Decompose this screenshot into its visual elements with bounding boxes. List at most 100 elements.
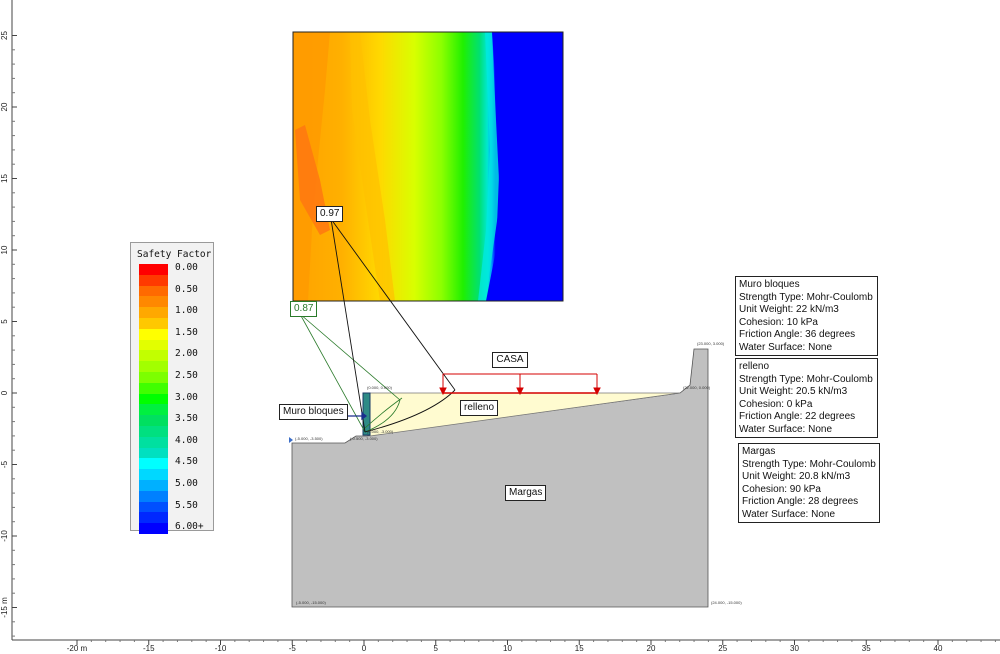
margas-region bbox=[291, 348, 709, 608]
legend-swatch bbox=[139, 490, 168, 502]
legend-swatch bbox=[139, 436, 168, 448]
material-line: Strength Type: Mohr-Coulomb bbox=[739, 373, 873, 385]
x-tick-label: 30 bbox=[790, 644, 799, 653]
y-tick-label: 20 bbox=[0, 102, 9, 111]
legend-swatch bbox=[139, 264, 168, 275]
y-tick-label: 15 bbox=[0, 174, 9, 183]
legend-label: 4.00 bbox=[175, 434, 198, 446]
load-casa bbox=[439, 373, 601, 396]
material-line: Strength Type: Mohr-Coulomb bbox=[742, 458, 876, 470]
legend-label: 2.50 bbox=[175, 370, 198, 381]
vertex-label: (0.000, 0.000) bbox=[367, 385, 393, 390]
material-line: Margas bbox=[742, 446, 776, 457]
legend-label: 3.00 bbox=[175, 391, 198, 403]
material-box-muro-bloques: Muro bloques Strength Type: Mohr-Coulomb… bbox=[735, 276, 878, 356]
legend-label: 5.50 bbox=[175, 499, 198, 511]
y-tick-label: -15 m bbox=[0, 597, 9, 618]
y-tick-label: 0 bbox=[0, 390, 9, 395]
legend-swatch bbox=[139, 361, 168, 373]
material-line: Friction Angle: 22 degrees bbox=[739, 411, 856, 423]
legend-swatch bbox=[139, 404, 168, 416]
legend-swatch bbox=[139, 480, 168, 491]
material-line: Water Surface: None bbox=[739, 423, 833, 435]
legend-swatch bbox=[139, 523, 168, 535]
min-safety-factor-label: 0.97 bbox=[316, 206, 344, 222]
vertex-label: (24.000, -15.000) bbox=[711, 600, 742, 605]
material-line: Strength Type: Mohr-Coulomb bbox=[739, 291, 873, 303]
safety-factor-legend: Safety Factor 0.00 0.50 1.00 1.50 2.00 2.50 3.… bbox=[130, 242, 214, 535]
y-tick-label: 10 bbox=[0, 245, 9, 254]
vertex-label: (-5.000, -15.000) bbox=[296, 600, 326, 605]
material-line: Unit Weight: 20.8 kN/m3 bbox=[742, 471, 851, 483]
material-line: Cohesion: 0 kPa bbox=[739, 398, 813, 410]
legend-swatch bbox=[139, 328, 168, 340]
y-axis-ticks: 25 20 15 10 5 0 -5 -10 -15 m bbox=[0, 31, 17, 637]
legend-swatch bbox=[139, 501, 168, 513]
legend-swatch bbox=[139, 318, 168, 329]
region-label-relleno: relleno bbox=[460, 400, 499, 416]
x-axis-ticks: -20 m -15 -10 -5 0 5 10 15 20 25 30 35 40 bbox=[67, 640, 996, 653]
x-tick-label: 5 bbox=[434, 644, 439, 653]
region-label-margas: Margas bbox=[505, 485, 547, 501]
legend-swatch bbox=[139, 426, 168, 437]
material-line: Friction Angle: 36 degrees bbox=[739, 329, 856, 341]
x-tick-label: 20 bbox=[647, 644, 656, 653]
secondary-safety-factor-label: 0.87 bbox=[290, 301, 318, 317]
legend-swatch bbox=[139, 458, 168, 470]
legend-swatch bbox=[139, 350, 168, 362]
x-tick-label: -15 bbox=[143, 644, 155, 653]
legend-swatch bbox=[139, 307, 168, 319]
boundary-marker bbox=[289, 437, 293, 443]
legend-swatch bbox=[139, 393, 168, 405]
legend-label: 1.50 bbox=[175, 326, 198, 338]
y-tick-label: 25 bbox=[0, 31, 9, 40]
x-tick-label: -5 bbox=[289, 644, 297, 653]
safety-factor-grid bbox=[293, 32, 563, 301]
x-tick-label: -20 m bbox=[67, 644, 88, 653]
material-line: Muro bloques bbox=[739, 279, 800, 290]
legend-swatch bbox=[139, 285, 168, 297]
legend-label: 3.50 bbox=[175, 413, 198, 425]
legend-swatch bbox=[139, 339, 168, 351]
x-tick-label: -10 bbox=[215, 644, 227, 653]
legend-label: 0.50 bbox=[175, 283, 198, 295]
legend-label: 5.00 bbox=[175, 478, 198, 489]
material-box-relleno: relleno Strength Type: Mohr-Coulomb Unit… bbox=[735, 358, 878, 438]
legend-swatch bbox=[139, 274, 168, 286]
material-box-margas: Margas Strength Type: Mohr-Coulomb Unit … bbox=[738, 443, 880, 523]
material-line: Water Surface: None bbox=[739, 341, 833, 353]
legend-title: Safety Factor bbox=[137, 249, 212, 260]
x-tick-label: 0 bbox=[362, 644, 367, 653]
legend-swatch bbox=[139, 296, 168, 308]
vertex-label: (-5.000, -3.500) bbox=[295, 436, 323, 441]
wall-arrow bbox=[345, 411, 368, 421]
material-line: Unit Weight: 22 kN/m3 bbox=[739, 304, 839, 316]
x-tick-label: 25 bbox=[718, 644, 727, 653]
legend-label: 2.00 bbox=[175, 348, 198, 360]
material-line: Water Surface: None bbox=[742, 508, 836, 520]
legend-label: 0.00 bbox=[175, 262, 198, 273]
vertex-label: (22.000, 0.000) bbox=[683, 385, 711, 390]
legend-label: 1.00 bbox=[175, 305, 198, 317]
y-tick-label: -10 bbox=[0, 530, 9, 542]
material-line: Unit Weight: 20.5 kN/m3 bbox=[739, 386, 848, 398]
legend-swatch bbox=[139, 382, 168, 394]
legend-swatch bbox=[139, 512, 168, 524]
x-tick-label: 15 bbox=[575, 644, 584, 653]
region-label-casa: CASA bbox=[492, 352, 528, 368]
x-tick-label: 40 bbox=[934, 644, 943, 653]
legend-swatch bbox=[139, 447, 168, 459]
legend-swatch bbox=[139, 372, 168, 383]
region-label-muro: Muro bloques bbox=[279, 404, 348, 420]
vertex-label: (0.000, -3.000) bbox=[367, 429, 394, 434]
y-tick-label: 5 bbox=[0, 319, 9, 324]
legend-swatch bbox=[139, 415, 168, 427]
x-tick-label: 10 bbox=[503, 644, 512, 653]
material-line: Friction Angle: 28 degrees bbox=[742, 496, 859, 508]
legend-swatch bbox=[139, 469, 168, 481]
material-line: Cohesion: 10 kPa bbox=[739, 316, 818, 328]
material-line: Cohesion: 90 kPa bbox=[742, 483, 821, 495]
vertex-label: (-0.500, -3.000) bbox=[350, 436, 378, 441]
material-line: relleno bbox=[739, 361, 770, 372]
legend-label: 6.00+ bbox=[175, 521, 204, 533]
